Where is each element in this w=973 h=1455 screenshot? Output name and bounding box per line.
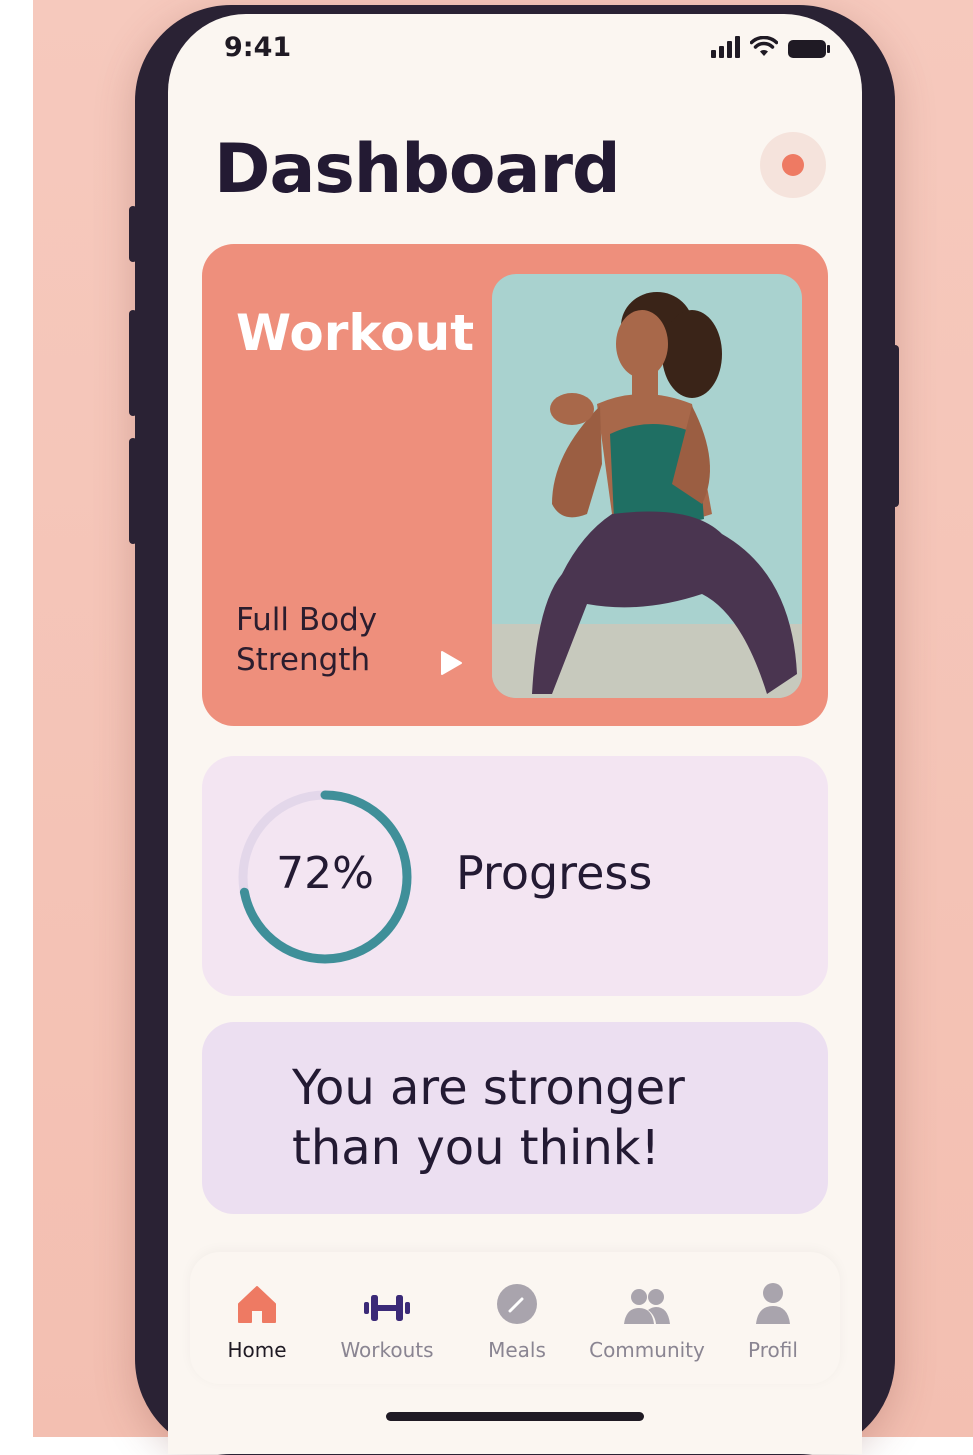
workout-card-title: Workout: [236, 304, 475, 362]
tab-bar: Home Workouts Meals Community Profil: [190, 1252, 840, 1384]
notification-button[interactable]: [760, 132, 826, 198]
workout-card-subtitle: Full Body Strength: [236, 602, 378, 678]
status-time: 9:41: [224, 32, 292, 63]
app-screen: 9:41 Dashboard Workout Full Body Strengt…: [168, 14, 862, 1454]
tab-label: Workouts: [340, 1338, 434, 1362]
status-icons: [711, 36, 830, 58]
tab-label: Home: [227, 1338, 287, 1362]
play-icon[interactable]: [438, 650, 464, 676]
quote-card: You are stronger than you think!: [202, 1022, 828, 1214]
tab-label: Community: [589, 1338, 705, 1362]
tab-meals[interactable]: Meals: [452, 1278, 582, 1362]
quote-text: You are stronger than you think!: [292, 1060, 685, 1176]
progress-card[interactable]: 72% Progress: [202, 756, 828, 996]
person-icon: [756, 1283, 790, 1324]
tab-profile[interactable]: Profil: [708, 1278, 838, 1362]
phone-power-button: [891, 345, 899, 507]
wifi-icon: [750, 36, 778, 56]
notification-dot-icon: [782, 154, 804, 176]
home-icon: [238, 1286, 276, 1323]
progress-percent: 72%: [276, 848, 374, 899]
tab-workouts[interactable]: Workouts: [322, 1278, 452, 1362]
phone-side-button: [129, 206, 137, 262]
compass-icon: [497, 1284, 537, 1324]
workout-card[interactable]: Workout Full Body Strength: [202, 244, 828, 726]
home-indicator: [386, 1412, 644, 1421]
dumbbell-icon: [364, 1295, 410, 1321]
people-icon: [624, 1289, 670, 1324]
phone-volume-down: [129, 438, 137, 544]
progress-label: Progress: [456, 846, 653, 900]
battery-icon: [788, 40, 830, 58]
phone-volume-up: [129, 310, 137, 416]
page-title: Dashboard: [214, 130, 621, 209]
cellular-signal-icon: [711, 36, 740, 58]
tab-label: Profil: [748, 1338, 798, 1362]
tab-label: Meals: [488, 1338, 546, 1362]
tab-home[interactable]: Home: [192, 1278, 322, 1362]
workout-photo: [492, 274, 802, 698]
tab-community[interactable]: Community: [582, 1278, 712, 1362]
